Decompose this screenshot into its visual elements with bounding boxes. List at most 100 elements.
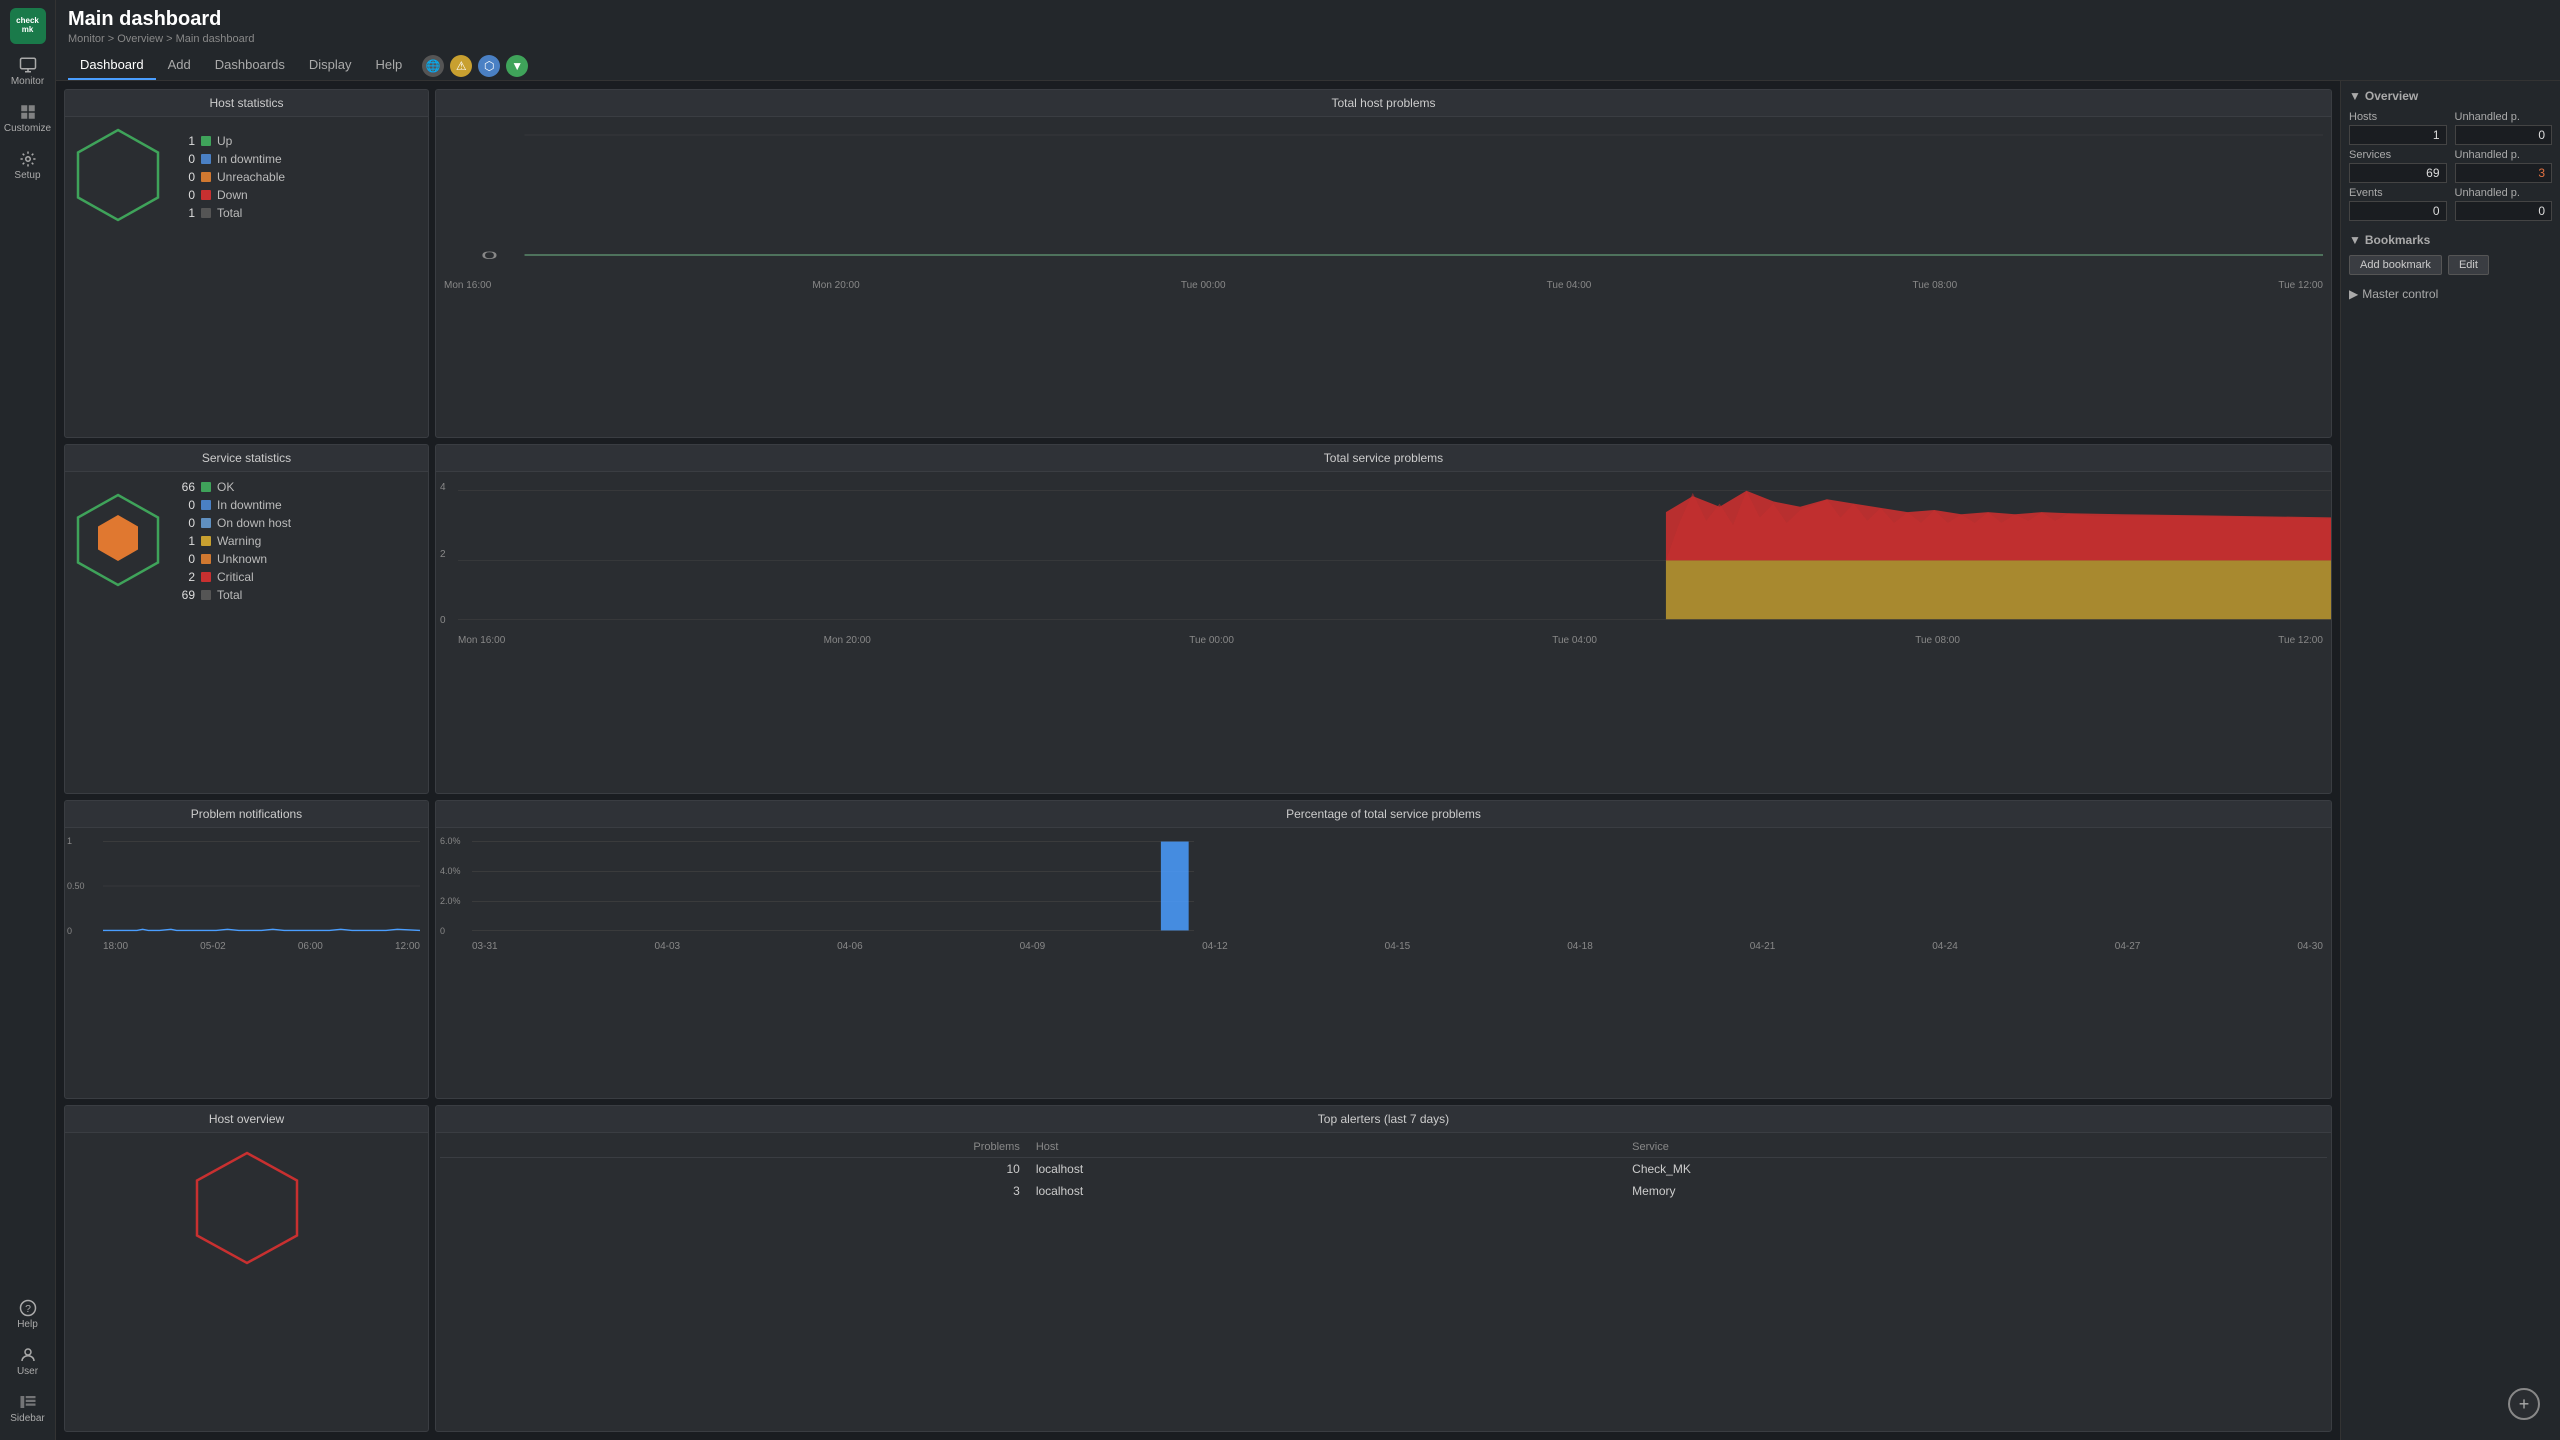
- tab-dashboards[interactable]: Dashboards: [203, 51, 297, 80]
- dashboard-grid: Host statistics 1 Up: [56, 81, 2340, 1440]
- top-alerters-content: Problems Host Service 10 localhost Check…: [436, 1133, 2331, 1206]
- nav-user-label: User: [17, 1366, 38, 1377]
- host-overview-title: Host overview: [65, 1106, 428, 1133]
- master-control-chevron-icon: ▶: [2349, 287, 2358, 301]
- nav-user[interactable]: User: [0, 1338, 55, 1385]
- pct-service-problems-title: Percentage of total service problems: [436, 801, 2331, 828]
- nav-customize[interactable]: Customize: [0, 95, 55, 142]
- service-hex-svg: [73, 490, 163, 590]
- nav-customize-label: Customize: [4, 123, 51, 134]
- alert-problems-1: 10: [440, 1157, 1028, 1180]
- nav-setup-label: Setup: [14, 170, 40, 181]
- alert-host-1: localhost: [1028, 1157, 1624, 1180]
- globe-icon-btn[interactable]: 🌐: [422, 55, 444, 77]
- add-bookmark-button[interactable]: Add bookmark: [2349, 255, 2442, 275]
- host-stat-unreachable[interactable]: 0 Unreachable: [175, 170, 285, 184]
- right-sidebar: ▼ Overview Hosts 1 Unhandled p. 0 Servic…: [2340, 81, 2560, 1440]
- problem-notifications-panel: Problem notifications 1 0.50 0: [64, 800, 429, 1099]
- alerters-table: Problems Host Service 10 localhost Check…: [440, 1137, 2327, 1202]
- svc-stat-warning[interactable]: 1 Warning: [175, 534, 291, 548]
- overview-services-value: 69: [2349, 163, 2447, 183]
- app-name: check mk: [10, 17, 46, 35]
- service-stats-list: 66 OK 0 In downtime 0 On down hos: [175, 480, 291, 602]
- overview-section-title[interactable]: ▼ Overview: [2349, 89, 2552, 103]
- table-row[interactable]: 3 localhost Memory: [440, 1180, 2327, 1202]
- tab-add[interactable]: Add: [156, 51, 203, 80]
- alert-host-2: localhost: [1028, 1180, 1624, 1202]
- host-problems-svg: 0: [444, 125, 2323, 275]
- tab-display[interactable]: Display: [297, 51, 364, 80]
- overview-services-label: Services 69: [2349, 149, 2447, 183]
- problem-notifications-chart: 1 0.50 0 18:00 05-02 06:00: [65, 828, 428, 960]
- col-problems: Problems: [440, 1137, 1028, 1158]
- service-statistics-title: Service statistics: [65, 445, 428, 472]
- svg-text:0: 0: [481, 249, 497, 261]
- tab-dashboard[interactable]: Dashboard: [68, 51, 156, 80]
- problem-notifications-title: Problem notifications: [65, 801, 428, 828]
- pct-chart-content: 6.0% 4.0% 2.0% 0 03-31: [436, 828, 2331, 960]
- breadcrumb: Monitor > Overview > Main dashboard: [68, 33, 2548, 45]
- overview-chevron-icon: ▼: [2349, 89, 2361, 103]
- host-overview-content: [65, 1133, 428, 1293]
- nav-help-label: Help: [17, 1319, 38, 1330]
- nav-tabs: Dashboard Add Dashboards Display Help 🌐 …: [68, 51, 2548, 80]
- master-control-title[interactable]: ▶ Master control: [2349, 287, 2552, 301]
- overview-section: ▼ Overview Hosts 1 Unhandled p. 0 Servic…: [2349, 89, 2552, 221]
- svc-ok-dot: [201, 482, 211, 492]
- svc-stat-ok[interactable]: 66 OK: [175, 480, 291, 494]
- svc-stat-total[interactable]: 69 Total: [175, 588, 291, 602]
- setup-icon: [19, 150, 37, 168]
- alert-service-2: Memory: [1624, 1180, 2327, 1202]
- service-hexagon: [73, 490, 163, 593]
- warning-icon-btn[interactable]: ⚠: [450, 55, 472, 77]
- bookmarks-section-title[interactable]: ▼ Bookmarks: [2349, 233, 2552, 247]
- col-host: Host: [1028, 1137, 1624, 1158]
- host-unreachable-dot: [201, 172, 211, 182]
- host-stat-total[interactable]: 1 Total: [175, 206, 285, 220]
- host-stats-content: 1 Up 0 In downtime 0 Unreachable: [65, 117, 428, 236]
- alert-service-1: Check_MK: [1624, 1157, 2327, 1180]
- overview-services-unhandled-value: 3: [2455, 163, 2553, 183]
- overview-hosts-label: Hosts 1: [2349, 111, 2447, 145]
- app-logo[interactable]: check mk: [10, 8, 46, 44]
- top-alerters-title: Top alerters (last 7 days): [436, 1106, 2331, 1133]
- host-total-dot: [201, 208, 211, 218]
- host-stat-up[interactable]: 1 Up: [175, 134, 285, 148]
- host-down-dot: [201, 190, 211, 200]
- pct-svg: [472, 836, 1194, 936]
- filter-icon-btn[interactable]: ▼: [506, 55, 528, 77]
- master-control-section: ▶ Master control: [2349, 287, 2552, 301]
- nav-help[interactable]: ? Help: [0, 1291, 55, 1338]
- sidebar-icon: [19, 1393, 37, 1411]
- monitor-icon: [19, 56, 37, 74]
- host-stat-downtime[interactable]: 0 In downtime: [175, 152, 285, 166]
- host-overview-hex-svg: [187, 1148, 307, 1278]
- nav-sidebar[interactable]: Sidebar: [0, 1385, 55, 1432]
- host-stat-down[interactable]: 0 Down: [175, 188, 285, 202]
- nav-setup[interactable]: Setup: [0, 142, 55, 189]
- total-service-problems-panel: Total service problems 4 2 0: [435, 444, 2332, 793]
- edit-bookmarks-button[interactable]: Edit: [2448, 255, 2489, 275]
- svc-stat-downtime[interactable]: 0 In downtime: [175, 498, 291, 512]
- service-statistics-panel: Service statistics 66 OK: [64, 444, 429, 793]
- svc-total-dot: [201, 590, 211, 600]
- top-alerters-panel: Top alerters (last 7 days) Problems Host…: [435, 1105, 2332, 1432]
- add-widget-button[interactable]: +: [2508, 1388, 2540, 1420]
- service-problems-x-labels: Mon 16:00 Mon 20:00 Tue 00:00 Tue 04:00 …: [458, 635, 2323, 646]
- host-statistics-panel: Host statistics 1 Up: [64, 89, 429, 438]
- svc-stat-unknown[interactable]: 0 Unknown: [175, 552, 291, 566]
- nav-sidebar-label: Sidebar: [10, 1413, 44, 1424]
- svc-unknown-dot: [201, 554, 211, 564]
- user-icon: [19, 1346, 37, 1364]
- host-statistics-title: Host statistics: [65, 90, 428, 117]
- svc-stat-on-down-host[interactable]: 0 On down host: [175, 516, 291, 530]
- nav-monitor[interactable]: Monitor: [0, 48, 55, 95]
- svc-critical-dot: [201, 572, 211, 582]
- overview-grid: Hosts 1 Unhandled p. 0 Services 69 Unhan…: [2349, 111, 2552, 221]
- service-problems-svg: [458, 480, 2332, 630]
- shield-icon-btn[interactable]: ⬡: [478, 55, 500, 77]
- pct-service-problems-panel: Percentage of total service problems 6.0…: [435, 800, 2332, 1099]
- tab-help[interactable]: Help: [363, 51, 414, 80]
- table-row[interactable]: 10 localhost Check_MK: [440, 1157, 2327, 1180]
- svc-stat-critical[interactable]: 2 Critical: [175, 570, 291, 584]
